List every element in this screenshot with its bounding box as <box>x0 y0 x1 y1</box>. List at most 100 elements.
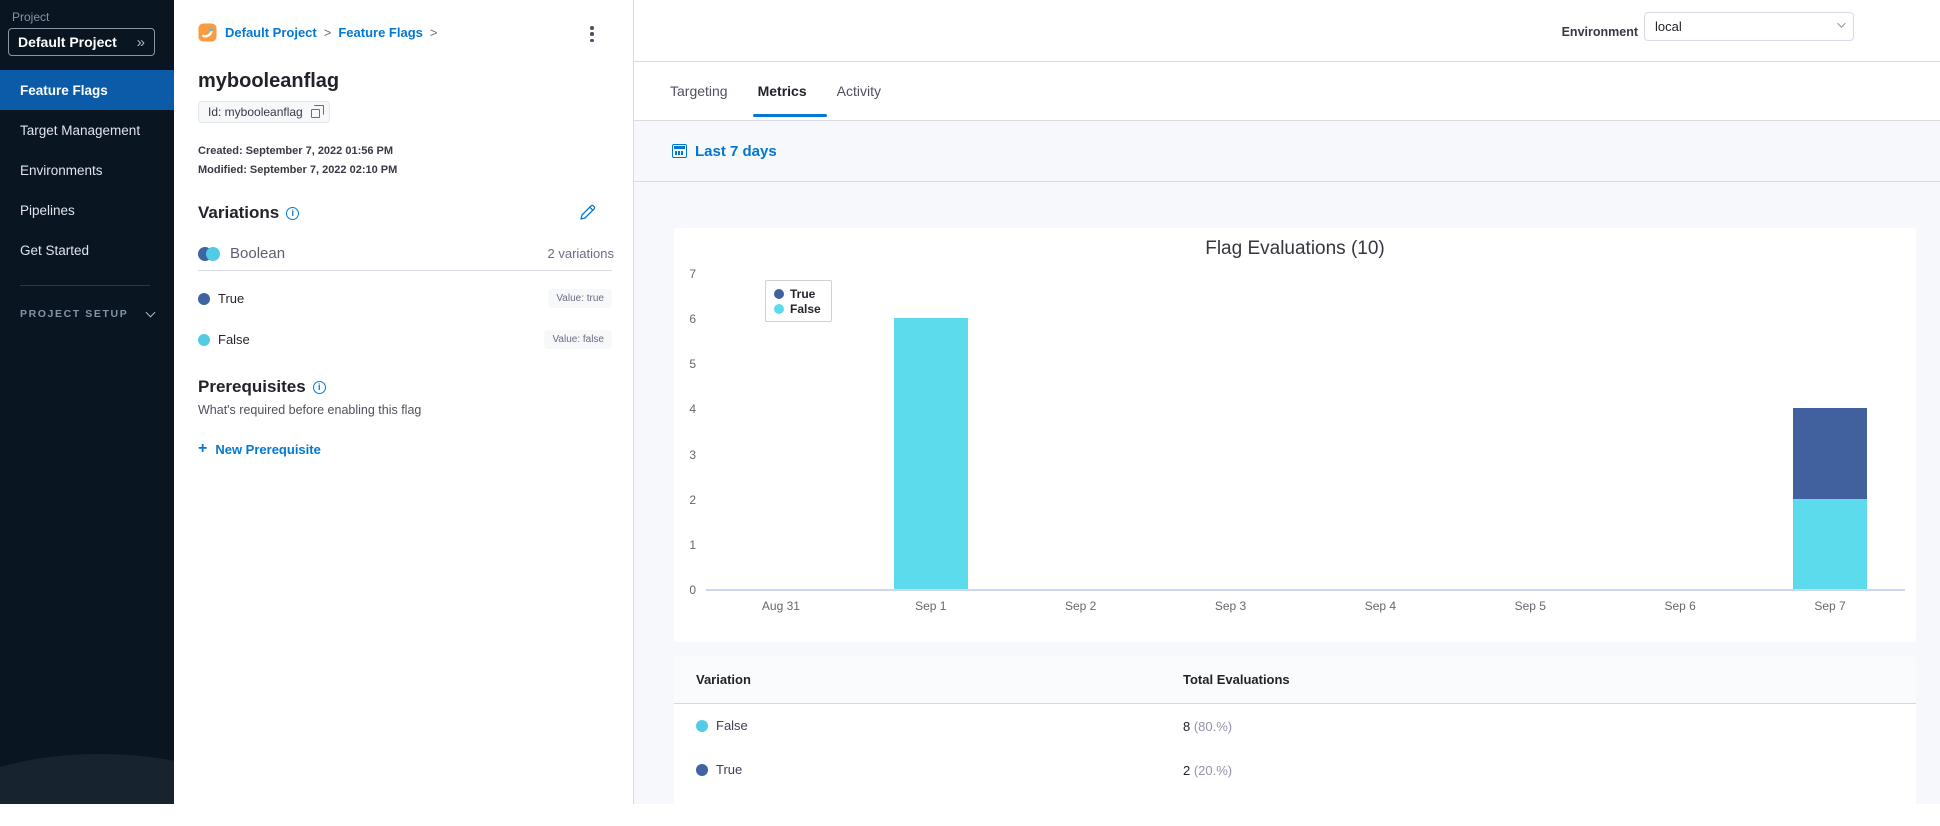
flag-tabs: Targeting Metrics Activity <box>634 62 1940 121</box>
flag-id-text: Id: mybooleanflag <box>208 105 303 119</box>
chart-title: Flag Evaluations (10) <box>1205 238 1385 259</box>
y-axis-tick: 4 <box>689 402 696 417</box>
x-axis-label: Sep 2 <box>1065 599 1097 613</box>
x-axis-label: Sep 3 <box>1214 599 1247 613</box>
new-prerequisite-button[interactable]: + New Prerequisite <box>198 440 321 458</box>
y-axis-tick: 1 <box>689 537 696 552</box>
bar-true-sep-7[interactable] <box>1793 408 1868 499</box>
environment-select[interactable]: local <box>1644 12 1854 41</box>
variation-list: True Value: true False Value: false <box>198 278 612 360</box>
flag-evaluations-chart: Flag Evaluations (10) True False Aug 31 Se… <box>674 228 1916 642</box>
chevron-down-icon <box>145 307 156 318</box>
sidebar-item-pipelines[interactable]: Pipelines <box>0 190 174 230</box>
tab-targeting[interactable]: Targeting <box>670 83 728 99</box>
date-range-band: Last 7 days <box>634 121 1940 182</box>
project-selector[interactable]: Default Project » <box>8 28 155 56</box>
table-row: False 8 (80.%) <box>674 704 1916 748</box>
variations-heading: Variations i <box>198 203 300 223</box>
date-range-button[interactable]: Last 7 days <box>672 143 777 160</box>
tab-activity[interactable]: Activity <box>837 83 881 99</box>
y-axis-tick: 6 <box>689 312 696 327</box>
info-icon[interactable]: i <box>312 380 326 394</box>
sidebar-nav: Feature Flags Target Management Environmen… <box>0 70 174 270</box>
breadcrumb-separator: > <box>429 25 438 40</box>
boolean-toggle-icon <box>198 246 220 261</box>
environment-header: Environment local <box>634 0 1940 62</box>
sidebar-item-get-started[interactable]: Get Started <box>0 230 174 270</box>
table-cell-total: 8 (80.%) <box>1183 719 1232 734</box>
prerequisites-heading: Prerequisites i <box>198 377 326 397</box>
info-icon[interactable]: i <box>286 206 300 220</box>
project-setup-label: PROJECT SETUP <box>20 308 129 320</box>
x-axis-label: Sep 5 <box>1514 599 1546 613</box>
column-variation: Variation <box>696 672 751 687</box>
calendar-icon <box>672 144 687 158</box>
variation-value-badge: Value: false <box>544 330 612 349</box>
sidebar-decoration <box>0 754 174 804</box>
x-axis-label: Sep 1 <box>915 599 947 613</box>
variation-name: True <box>716 762 743 777</box>
project-setup-toggle[interactable]: PROJECT SETUP <box>20 307 156 320</box>
sidebar: Project Default Project » Feature Flags T… <box>0 0 174 804</box>
variation-name: False <box>218 332 250 347</box>
breadcrumb: Default Project > Feature Flags > <box>198 23 444 42</box>
flag-id-badge: Id: mybooleanflag <box>198 101 330 123</box>
flag-detail-panel: Default Project > Feature Flags > mybool… <box>174 0 634 804</box>
variation-name: False <box>716 718 748 733</box>
x-axis-label: Aug 31 <box>761 599 800 613</box>
chart-plot-area <box>706 275 1905 591</box>
variation-count: 2 variations <box>547 246 614 261</box>
bar-false-sep-1[interactable] <box>893 318 968 589</box>
total-count: 2 <box>1183 763 1194 778</box>
sidebar-item-feature-flags[interactable]: Feature Flags <box>0 70 174 110</box>
variation-value-badge: Value: true <box>548 289 612 308</box>
project-label: Project <box>12 10 50 24</box>
divider <box>198 270 612 271</box>
date-range-label: Last 7 days <box>695 142 777 160</box>
breadcrumb-feature-flags-link[interactable]: Feature Flags <box>338 25 423 40</box>
breadcrumb-separator: > <box>323 25 332 40</box>
table-header: Variation Total Evaluations <box>674 656 1916 704</box>
variation-row: True Value: true <box>198 278 612 319</box>
project-logo-icon <box>198 23 217 42</box>
prerequisites-description: What's required before enabling this fla… <box>198 403 422 417</box>
environment-value: local <box>1655 19 1682 34</box>
flag-options-menu-button[interactable] <box>584 25 600 43</box>
table-row: True 2 (20.%) <box>674 748 1916 792</box>
bar-false-sep-7[interactable] <box>1793 498 1868 589</box>
variation-color-dot <box>696 719 708 732</box>
variation-row: False Value: false <box>198 319 612 360</box>
table-cell-total: 2 (20.%) <box>1183 763 1232 778</box>
variation-color-dot <box>198 333 210 346</box>
edit-variations-icon[interactable] <box>579 204 596 221</box>
x-axis-label: Sep 4 <box>1364 599 1397 613</box>
table-cell-variation: False <box>696 718 748 733</box>
tab-metrics[interactable]: Metrics <box>758 83 807 99</box>
y-axis-tick: 5 <box>689 357 696 372</box>
variation-name: True <box>218 291 245 306</box>
flag-modified: Modified: September 7, 2022 02:10 PM <box>198 164 398 176</box>
column-total-evaluations: Total Evaluations <box>1183 672 1290 687</box>
copy-icon[interactable] <box>310 104 324 118</box>
variation-type-row: Boolean 2 variations <box>198 245 614 262</box>
environment-label: Environment <box>1561 25 1638 39</box>
variation-color-dot <box>198 292 210 305</box>
sidebar-item-target-management[interactable]: Target Management <box>0 110 174 150</box>
sidebar-divider <box>20 285 150 286</box>
sidebar-item-environments[interactable]: Environments <box>0 150 174 190</box>
variation-color-dot <box>696 763 708 776</box>
variation-type-label: Boolean <box>230 245 286 262</box>
chevron-down-icon <box>1837 19 1846 28</box>
total-count: 8 <box>1183 719 1194 734</box>
x-axis-label: Sep 7 <box>1814 599 1846 613</box>
plus-icon: + <box>198 440 208 457</box>
flag-title: mybooleanflag <box>198 70 340 92</box>
project-selector-value: Default Project <box>18 34 117 50</box>
breadcrumb-project-link[interactable]: Default Project <box>225 25 317 40</box>
active-tab-underline <box>753 114 827 117</box>
x-axis-label: Sep 6 <box>1664 599 1696 613</box>
double-chevron-icon: » <box>136 33 145 51</box>
y-axis-tick: 3 <box>689 447 696 462</box>
y-axis-tick: 2 <box>689 492 696 507</box>
y-axis-tick: 7 <box>689 267 696 281</box>
